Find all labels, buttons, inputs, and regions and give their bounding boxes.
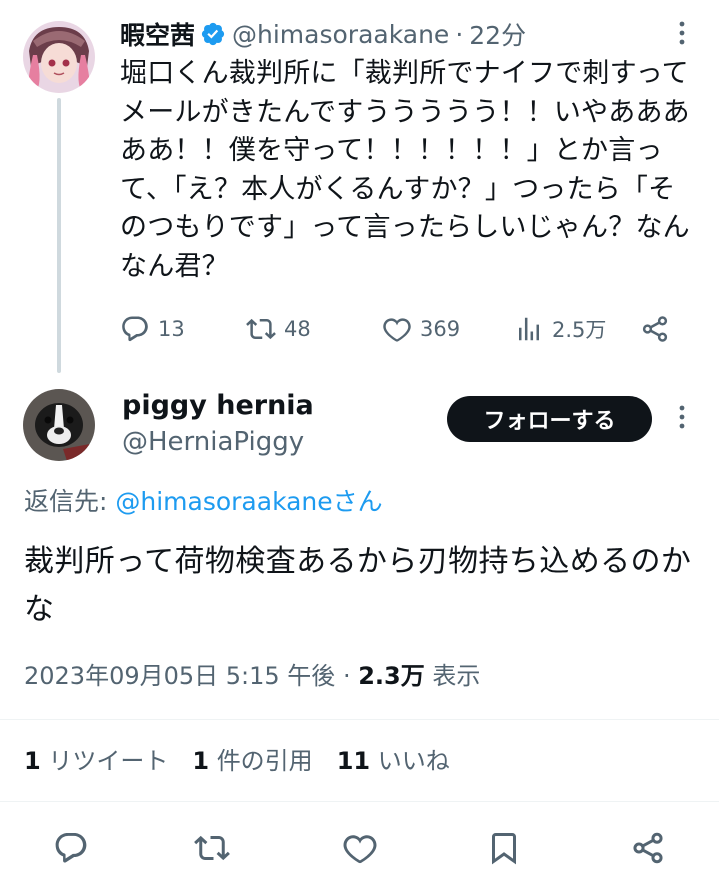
reply-icon [122, 316, 148, 342]
quotes-count: 1 [192, 747, 210, 775]
views-count: 2.3万 [358, 662, 425, 690]
reply-button[interactable] [53, 830, 89, 870]
divider-bottom [0, 801, 719, 802]
retweets-label: リツイート [48, 747, 169, 775]
thread-connector-line [57, 98, 61, 373]
parent-views-button[interactable]: 2.5万 [514, 314, 640, 344]
share-button[interactable] [630, 830, 666, 870]
reply-to-line: 返信先: @himasoraakaneさん [24, 484, 383, 520]
likes-label: いいね [377, 747, 450, 775]
like-button[interactable] [342, 830, 378, 870]
retweet-icon [194, 835, 230, 861]
divider-top [0, 719, 719, 720]
analytics-icon [519, 317, 539, 341]
parent-reply-count: 13 [158, 317, 185, 341]
parent-retweet-count: 48 [284, 317, 311, 341]
share-icon [642, 316, 668, 342]
parent-retweet-button[interactable]: 48 [246, 314, 382, 344]
parent-views-count: 2.5万 [552, 318, 607, 342]
reply-to-handle-link[interactable]: @himasoraakaneさん [115, 487, 382, 516]
retweet-button[interactable] [194, 830, 230, 870]
heart-icon [343, 835, 377, 864]
retweets-count: 1 [24, 747, 41, 775]
quotes-label: 件の引用 [216, 747, 313, 775]
parent-more-icon[interactable] [670, 18, 694, 48]
separator-dot: · [455, 19, 464, 49]
heart-icon [383, 318, 411, 342]
parent-tweet-text: 堀口くん裁判所に「裁判所でナイフで刺すってメールがきたんですううううう！！いやあ… [120, 58, 690, 282]
retweet-icon [246, 318, 276, 340]
parent-like-count: 369 [420, 317, 461, 341]
reply-to-prefix: 返信先: [24, 487, 116, 516]
tweet-meta: 2023年09月05日 5:15 午後 · 2.3万 表示 [24, 658, 480, 694]
main-tweet-text: 裁判所って荷物検査あるから刃物持ち込めるのかな [24, 544, 692, 627]
main-more-icon[interactable] [670, 402, 694, 432]
reply-icon [55, 833, 87, 863]
author-name[interactable]: piggy hernia [122, 389, 314, 423]
author-handle[interactable]: @HerniaPiggy [122, 425, 304, 459]
parent-reply-button[interactable]: 13 [120, 314, 246, 344]
parent-author-avatar[interactable] [23, 21, 95, 93]
bookmark-button[interactable] [486, 830, 522, 870]
tweet-timestamp[interactable]: 2023年09月05日 5:15 午後 [24, 662, 335, 690]
parent-tweet-time[interactable]: 22分 [469, 16, 526, 52]
parent-author-handle[interactable]: @himasoraakane [232, 20, 449, 49]
author-avatar[interactable] [23, 389, 95, 461]
parent-author-name[interactable]: 暇空茜 [120, 16, 195, 52]
parent-like-button[interactable]: 369 [382, 314, 514, 344]
share-icon [633, 832, 663, 864]
parent-share-button[interactable] [640, 314, 670, 344]
quotes-stat[interactable]: 1 件の引用 [192, 743, 312, 779]
views-label: 表示 [432, 662, 481, 690]
likes-count: 11 [336, 747, 371, 775]
likes-stat[interactable]: 11 いいね [337, 743, 450, 779]
verified-badge-icon [200, 21, 226, 47]
bookmark-icon [492, 833, 516, 865]
meta-separator-dot: · [342, 662, 351, 690]
retweets-stat[interactable]: 1 リツイート [24, 743, 168, 779]
follow-button[interactable]: フォローする [447, 396, 652, 442]
